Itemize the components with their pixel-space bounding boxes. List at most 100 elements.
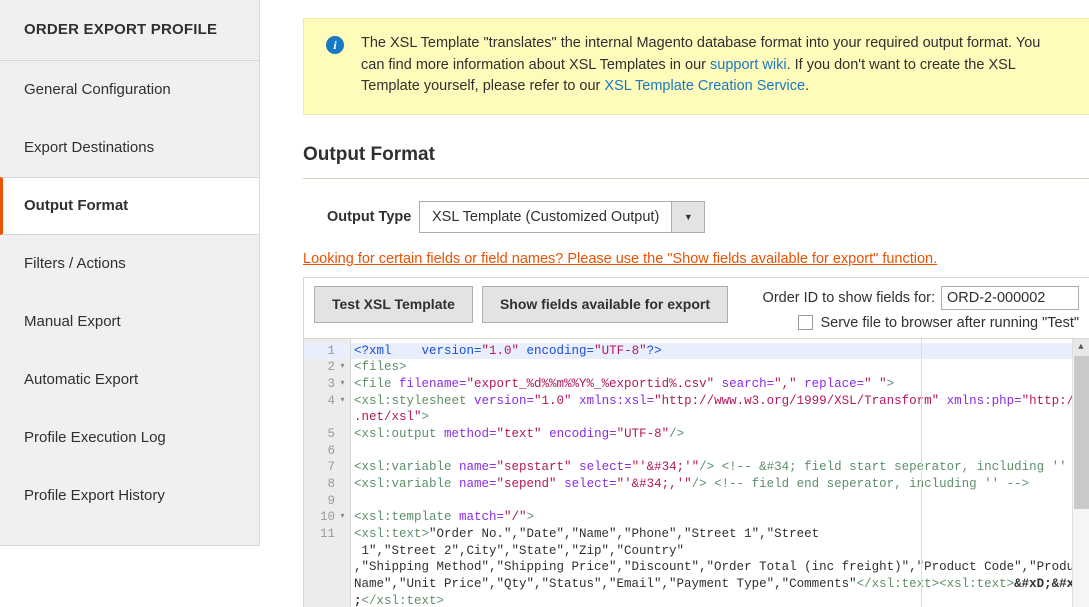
sidebar-item-label: Manual Export	[24, 313, 121, 330]
editor-code-line: <files>	[351, 359, 1089, 376]
code-token-tag: <file	[354, 376, 400, 391]
editor-code-area[interactable]: <?xml version="1.0" encoding="UTF-8"?> <f…	[350, 338, 1089, 607]
editor-line-number: 4 ▾	[304, 393, 350, 410]
editor-vertical-scrollbar[interactable]: ▲	[1072, 338, 1089, 607]
code-token-attr: xmlns:xsl=	[579, 393, 655, 408]
code-token-str: "'&#34;'"	[631, 460, 700, 475]
sidebar-title: ORDER EXPORT PROFILE	[0, 0, 259, 61]
code-token-str: .net/xsl"	[354, 410, 422, 425]
code-token-str: "'&#34;,'"	[616, 477, 692, 491]
sidebar-item-manual-export[interactable]: Manual Export	[0, 293, 259, 351]
editor-line-number: ▾	[304, 593, 350, 607]
code-token-attr: name=	[459, 477, 497, 491]
editor-code-line: .net/xsl">	[351, 409, 1089, 426]
sidebar-item-filters-actions[interactable]: Filters / Actions	[0, 235, 259, 293]
code-token-str: "1.0"	[534, 393, 572, 408]
code-token-tag: <xsl:variable	[354, 477, 460, 491]
editor-line-number: ▾	[304, 543, 350, 560]
code-token-plain: ,"Shipping Method","Shipping Price","Dis…	[354, 560, 1089, 575]
serve-file-checkbox[interactable]	[798, 315, 814, 330]
line-number-text: 11	[319, 527, 335, 542]
info-notice: i The XSL Template "translates" the inte…	[303, 18, 1089, 115]
editor-line-number: 5▾	[304, 426, 350, 443]
code-token-str: "sepend"	[496, 477, 557, 491]
main-content: i The XSL Template "translates" the inte…	[260, 0, 1089, 607]
editor-code-line	[351, 493, 1089, 510]
show-fields-hint-link[interactable]: Looking for certain fields or field name…	[303, 251, 1089, 267]
editor-code-line: <xsl:stylesheet version="1.0" xmlns:xsl=…	[351, 393, 1089, 410]
code-token-tag: >	[526, 510, 535, 525]
code-token-tag: <xsl:template	[354, 510, 460, 525]
code-token-str: "http://www.w3.org/1999/XSL/Transform"	[654, 393, 940, 408]
fold-toggle-icon[interactable]: ▾	[339, 509, 346, 526]
editor-code-line: <xsl:variable name="sepend" select="'&#3…	[351, 476, 1089, 493]
editor-code-line: <xsl:text>"Order No.","Date","Name","Pho…	[351, 526, 1089, 543]
code-token-tag: <files>	[354, 360, 407, 375]
show-fields-available-button[interactable]: Show fields available for export	[481, 285, 728, 323]
output-type-row: Output Type XSL Template (Customized Out…	[303, 200, 1089, 233]
sidebar-item-label: General Configuration	[24, 81, 171, 98]
sidebar-item-automatic-export[interactable]: Automatic Export	[0, 351, 259, 409]
support-wiki-link[interactable]: support wiki	[710, 57, 787, 73]
code-token-tag: />	[669, 426, 685, 441]
code-token-tag: >	[421, 410, 430, 425]
editor-line-number: 1▾	[304, 342, 350, 360]
editor-toolbar: Test XSL Template Show fields available …	[303, 276, 1089, 339]
editor-code-line: <xsl:template match="/">	[351, 509, 1089, 526]
test-xsl-template-button[interactable]: Test XSL Template	[314, 285, 473, 323]
line-number-text: 9	[327, 493, 335, 508]
line-number-text: 4	[327, 393, 335, 408]
notice-line-3b: .	[805, 78, 810, 94]
editor-line-number: 6▾	[304, 443, 350, 460]
serve-file-label: Serve file to browser after running "Tes…	[820, 314, 1079, 331]
editor-line-number: ▾	[304, 559, 350, 576]
code-token-str: "/"	[504, 510, 527, 525]
code-token-str: "UTF-8"	[616, 426, 670, 441]
editor-code-line: <?xml version="1.0" encoding="UTF-8"?>	[351, 342, 1089, 360]
code-token-tag: <xsl:stylesheet	[354, 393, 475, 408]
fold-toggle-icon[interactable]: ▾	[339, 359, 346, 376]
info-icon: i	[326, 36, 344, 54]
output-type-label: Output Type	[327, 208, 412, 225]
xsl-template-creation-service-link[interactable]: XSL Template Creation Service	[604, 78, 805, 94]
code-token-ent: ;	[354, 593, 362, 607]
chevron-up-icon[interactable]: ▲	[1073, 338, 1089, 356]
notice-line-1: The XSL Template "translates" the intern…	[361, 35, 1013, 51]
serve-file-row: Serve file to browser after running "Tes…	[798, 315, 1079, 331]
code-token-tag: />	[691, 477, 707, 491]
xsl-code-editor[interactable]: 1▾2▾3▾4▾▾5▾6▾7▾8▾9▾10▾11▾▾▾▾▾12▾13▾ <?xm…	[303, 338, 1089, 607]
sidebar-item-label: Export Destinations	[24, 139, 155, 156]
editor-code-line: <xsl:output method="text" encoding="UTF-…	[351, 426, 1089, 443]
chevron-down-icon[interactable]: ▼	[671, 201, 705, 232]
fold-toggle-icon[interactable]: ▾	[339, 393, 346, 410]
editor-line-number: ▾	[304, 576, 350, 593]
code-token-attr: select=	[579, 460, 632, 475]
sidebar-item-profile-execution-log[interactable]: Profile Execution Log	[0, 409, 259, 467]
fold-toggle-icon[interactable]: ▾	[339, 376, 346, 393]
output-type-select[interactable]: XSL Template (Customized Output) ▼	[419, 200, 706, 233]
code-token-com: <!-- field end seperator, including '' -…	[706, 477, 1030, 491]
code-token-plain: Name","Unit Price","Qty","Status","Email…	[354, 577, 857, 592]
code-token-tag: <xsl:variable	[354, 460, 460, 475]
editor-line-number: 10 ▾	[304, 509, 350, 526]
code-token-str: "sepstart"	[496, 460, 572, 475]
sidebar-item-profile-export-history[interactable]: Profile Export History	[0, 467, 259, 525]
code-token-str: "text"	[496, 426, 542, 441]
order-id-input[interactable]	[941, 285, 1079, 310]
scrollbar-thumb[interactable]	[1074, 355, 1089, 509]
code-token-attr: match=	[459, 510, 505, 525]
code-token-str: " "	[864, 376, 887, 391]
code-token-decl: ?>	[646, 343, 662, 358]
code-token-tag: <xsl:text>	[354, 527, 430, 542]
sidebar-item-output-format[interactable]: Output Format	[0, 177, 259, 235]
editor-line-number: 9▾	[304, 493, 350, 510]
sidebar-item-export-destinations[interactable]: Export Destinations	[0, 119, 259, 177]
sidebar-nav: General Configuration Export Destinations…	[0, 61, 259, 525]
code-token-str: ","	[774, 376, 797, 391]
section-divider	[303, 177, 1089, 179]
sidebar-item-general-configuration[interactable]: General Configuration	[0, 61, 259, 119]
